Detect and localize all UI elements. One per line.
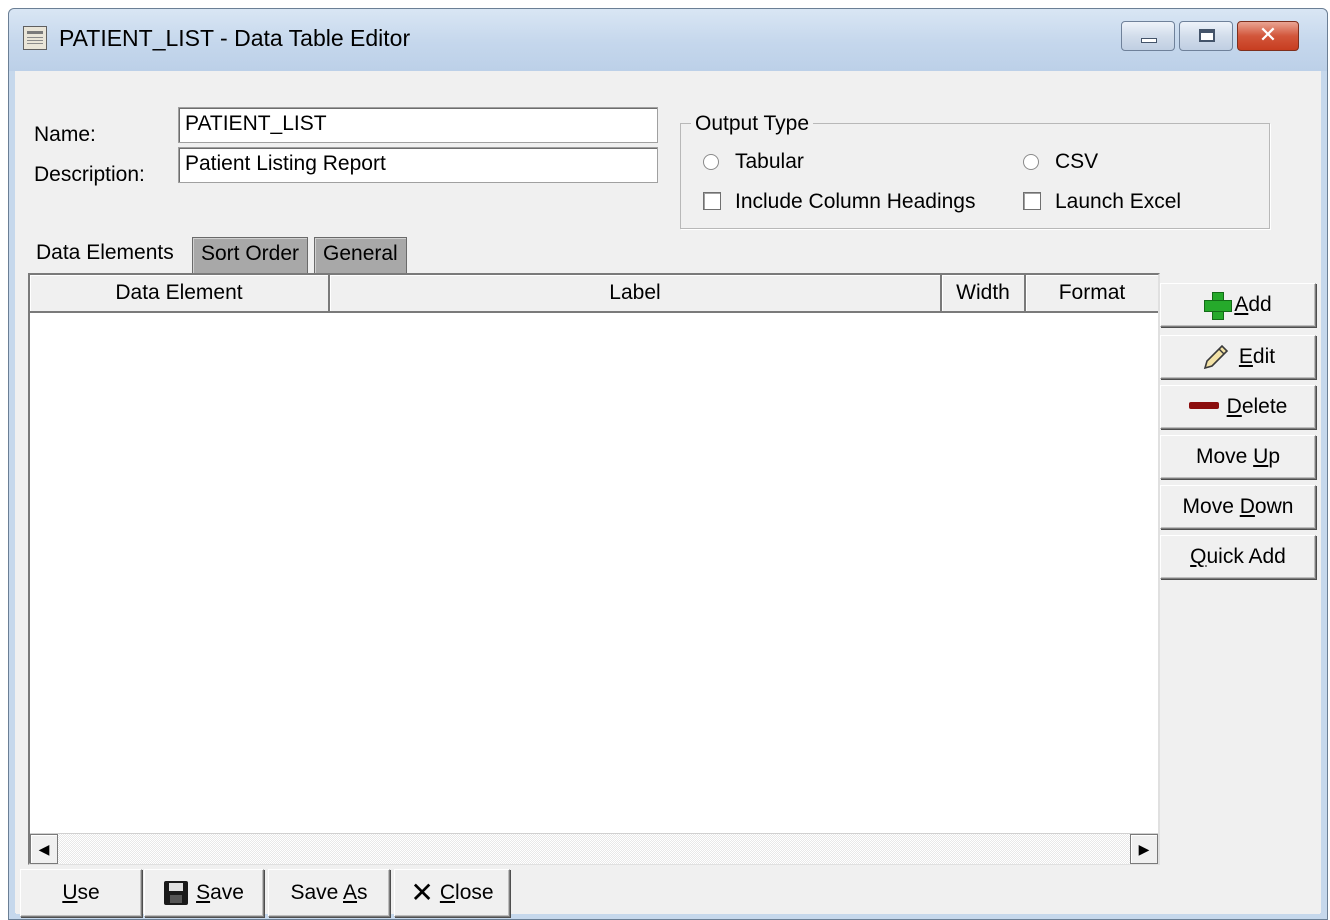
move-up-button[interactable]: Move Up [1160, 435, 1316, 479]
minimize-icon [1141, 38, 1157, 43]
description-label: Description: [34, 163, 145, 186]
maximize-button[interactable] [1179, 21, 1233, 51]
minimize-button[interactable] [1121, 21, 1175, 51]
scroll-left-icon[interactable]: ◀ [30, 834, 58, 864]
add-plus-icon [1204, 292, 1233, 321]
delete-button[interactable]: Delete [1160, 385, 1316, 429]
name-input[interactable]: PATIENT_LIST [178, 107, 658, 143]
add-button[interactable]: Add [1160, 283, 1316, 327]
tab-data-elements[interactable]: Data Elements [28, 237, 190, 273]
title-bar[interactable]: PATIENT_LIST - Data Table Editor ✕ [9, 9, 1327, 71]
table-app-icon[interactable] [23, 26, 47, 50]
tabular-label[interactable]: Tabular [735, 150, 804, 174]
maximize-icon [1199, 29, 1215, 42]
window-close-button[interactable]: ✕ [1237, 21, 1299, 51]
launch-excel-checkbox[interactable] [1023, 192, 1041, 210]
column-header-width[interactable]: Width [942, 275, 1026, 313]
use-button[interactable]: Use [20, 869, 142, 917]
tabular-radio[interactable] [703, 154, 719, 170]
save-as-button[interactable]: Save As [268, 869, 390, 917]
move-down-button[interactable]: Move Down [1160, 485, 1316, 529]
pencil-icon [1201, 342, 1231, 372]
name-label: Name: [34, 123, 96, 146]
csv-label[interactable]: CSV [1055, 150, 1098, 174]
scroll-right-icon[interactable]: ▶ [1130, 834, 1158, 864]
csv-radio[interactable] [1023, 154, 1039, 170]
output-type-title: Output Type [691, 112, 814, 136]
close-x-icon: ✕ [410, 876, 434, 910]
include-headings-checkbox[interactable] [703, 192, 721, 210]
window-title: PATIENT_LIST - Data Table Editor [59, 25, 411, 51]
horizontal-scrollbar[interactable]: ◀ ▶ [30, 833, 1158, 864]
include-headings-label[interactable]: Include Column Headings [735, 190, 975, 214]
close-icon: ✕ [1258, 23, 1278, 48]
launch-excel-label[interactable]: Launch Excel [1055, 190, 1181, 214]
edit-button[interactable]: Edit [1160, 335, 1316, 379]
quick-add-button[interactable]: Quick Add [1160, 535, 1316, 579]
save-disk-icon [164, 881, 189, 906]
scroll-track[interactable] [58, 834, 1130, 864]
output-type-group: Output Type Tabular CSV Include Column H… [680, 112, 1270, 229]
client-area: Name: PATIENT_LIST Description: Patient … [16, 71, 1320, 917]
column-header-data-element[interactable]: Data Element [30, 275, 330, 313]
delete-minus-icon [1188, 401, 1219, 409]
data-elements-grid[interactable]: Data Element Label Width Format ◀ ▶ [28, 273, 1160, 865]
description-input[interactable]: Patient Listing Report [178, 147, 658, 183]
column-header-label[interactable]: Label [330, 275, 942, 313]
grid-header: Data Element Label Width Format [30, 275, 1158, 313]
editor-window: PATIENT_LIST - Data Table Editor ✕ Name:… [8, 8, 1328, 920]
tab-sort-order[interactable]: Sort Order [192, 237, 309, 273]
tab-general[interactable]: General [314, 237, 407, 273]
column-header-format[interactable]: Format [1026, 275, 1158, 313]
save-button[interactable]: Save [144, 869, 264, 917]
close-button[interactable]: ✕ Close [394, 869, 510, 917]
